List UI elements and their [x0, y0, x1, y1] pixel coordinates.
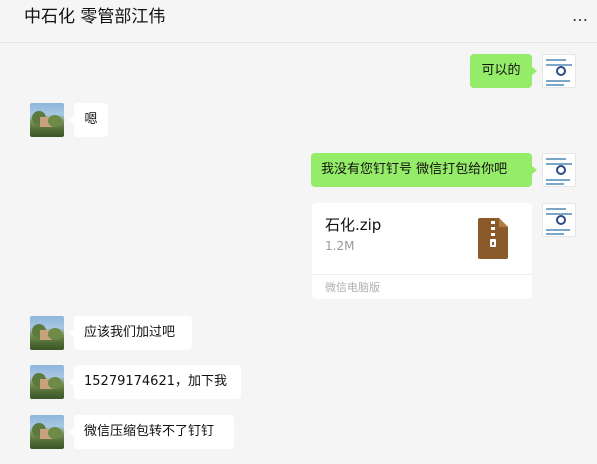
file-message-card[interactable]: 石化.zip 1.2M 微信电脑版 [312, 203, 532, 299]
self-avatar[interactable] [542, 54, 576, 88]
contact-avatar[interactable] [30, 316, 64, 350]
message-bubble-self[interactable]: 我没有您钉钉号 微信打包给你吧 [311, 153, 537, 187]
company-logo-icon [556, 215, 566, 225]
chat-header: 中石化 零管部江伟 … [0, 0, 597, 43]
self-avatar[interactable] [542, 203, 576, 237]
file-size: 1.2M [325, 239, 355, 253]
self-avatar[interactable] [542, 153, 576, 187]
message-bubble-other[interactable]: 嗯 [69, 103, 108, 137]
zip-file-icon [478, 218, 508, 259]
contact-avatar[interactable] [30, 365, 64, 399]
file-name: 石化.zip [325, 216, 382, 234]
message-bubble-other[interactable]: 15279174621，加下我 [69, 365, 241, 399]
contact-avatar[interactable] [30, 415, 64, 449]
company-logo-icon [556, 165, 566, 175]
message-bubble-self[interactable]: 可以的 [470, 54, 537, 88]
contact-avatar[interactable] [30, 103, 64, 137]
file-source-label: 微信电脑版 [325, 281, 380, 294]
message-bubble-other[interactable]: 微信压缩包转不了钉钉 [69, 415, 234, 449]
chat-title: 中石化 零管部江伟 [24, 7, 166, 27]
company-logo-icon [556, 66, 566, 76]
message-bubble-other[interactable]: 应该我们加过吧 [69, 316, 192, 350]
more-options-icon[interactable]: … [572, 6, 589, 25]
file-card-divider [312, 274, 532, 275]
